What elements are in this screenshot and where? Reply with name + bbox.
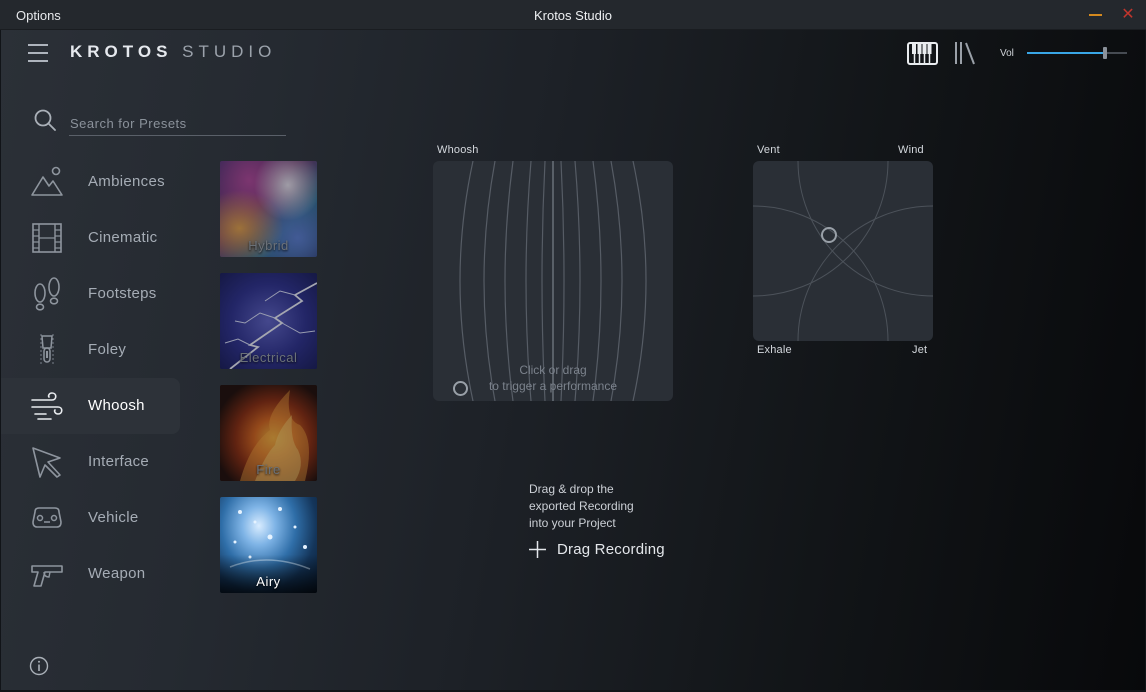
category-label: Cinematic: [88, 229, 158, 246]
preset-label: Airy: [256, 574, 281, 589]
export-instructions: Drag & drop the exported Recording into …: [529, 481, 634, 532]
preset-tile-electrical[interactable]: Electrical: [220, 273, 317, 369]
hamburger-menu-icon[interactable]: [28, 44, 48, 62]
category-label: Ambiences: [88, 173, 165, 190]
search-icon: [34, 109, 56, 131]
volume-thumb[interactable]: [1103, 47, 1107, 59]
category-label: Footsteps: [88, 285, 157, 302]
window-titlebar: Options Krotos Studio ✕: [0, 0, 1146, 30]
category-ambiences[interactable]: Ambiences: [1, 154, 180, 210]
preset-label: Hybrid: [248, 238, 289, 253]
pad-hint-line2: to trigger a performance: [488, 379, 618, 393]
category-weapon[interactable]: Weapon: [1, 546, 180, 602]
xy-pad-knob[interactable]: [821, 227, 837, 243]
category-footsteps[interactable]: Footsteps: [1, 266, 180, 322]
pad-position-knob[interactable]: [453, 381, 468, 396]
app-main: KROTOS STUDIO Vol Search for Presets Amb…: [1, 30, 1145, 690]
pad-hint: Click or drag to trigger a performance: [433, 362, 673, 394]
performance-pad[interactable]: Click or drag to trigger a performance: [433, 161, 673, 401]
preset-tile-hybrid[interactable]: Hybrid: [220, 161, 317, 257]
info-icon[interactable]: [29, 656, 49, 676]
export-line1: Drag & drop the: [529, 482, 614, 496]
xy-label-bottom-left: Exhale: [757, 344, 792, 356]
keyboard-icon[interactable]: [907, 42, 938, 65]
cursor-icon: [32, 447, 61, 478]
library-icon[interactable]: [954, 41, 976, 65]
window-title: Krotos Studio: [533, 8, 613, 23]
drag-recording-label: Drag Recording: [557, 541, 665, 558]
category-foley[interactable]: Foley: [1, 322, 180, 378]
export-line3: into your Project: [529, 516, 616, 530]
flame-image: [240, 390, 309, 481]
wind-icon: [31, 392, 63, 420]
minimize-icon[interactable]: [1089, 14, 1102, 16]
category-vehicle[interactable]: Vehicle: [1, 490, 180, 546]
xy-pad-circles: [753, 161, 933, 341]
performance-pad-title: Whoosh: [437, 144, 479, 156]
export-line2: exported Recording: [529, 499, 634, 513]
volume-fill: [1027, 52, 1105, 54]
xy-label-bottom-right: Jet: [912, 344, 928, 356]
pad-hint-line1: Click or drag: [519, 363, 587, 377]
preset-label: Fire: [256, 462, 281, 477]
category-label: Interface: [88, 453, 150, 470]
gun-icon: [31, 565, 63, 587]
logo-bold: KROTOS: [70, 42, 173, 61]
category-interface[interactable]: Interface: [1, 434, 180, 490]
category-whoosh[interactable]: Whoosh: [1, 378, 180, 434]
preset-tile-fire[interactable]: Fire: [220, 385, 317, 481]
category-label: Whoosh: [88, 397, 145, 414]
search-input[interactable]: [69, 112, 286, 136]
category-label: Weapon: [88, 565, 146, 582]
car-icon: [32, 507, 62, 528]
app-logo: KROTOS STUDIO: [70, 42, 276, 62]
category-label: Vehicle: [88, 509, 139, 526]
category-cinematic[interactable]: Cinematic: [1, 210, 180, 266]
mountain-icon: [31, 166, 63, 196]
move-icon: [529, 541, 546, 558]
zipper-icon: [40, 334, 54, 366]
preset-tile-airy[interactable]: Airy: [220, 497, 317, 593]
film-strip-icon: [32, 223, 62, 253]
lightning-image: [224, 282, 317, 369]
logo-light: STUDIO: [182, 42, 277, 61]
volume-slider[interactable]: [1027, 47, 1127, 59]
preset-label: Electrical: [239, 350, 298, 365]
xy-label-top-left: Vent: [757, 144, 780, 156]
category-label: Foley: [88, 341, 127, 358]
xy-label-top-right: Wind: [898, 144, 924, 156]
close-icon[interactable]: ✕: [1120, 6, 1136, 24]
xy-blend-pad[interactable]: [753, 161, 933, 341]
volume-label: Vol: [1000, 48, 1014, 59]
footprints-icon: [34, 277, 60, 311]
